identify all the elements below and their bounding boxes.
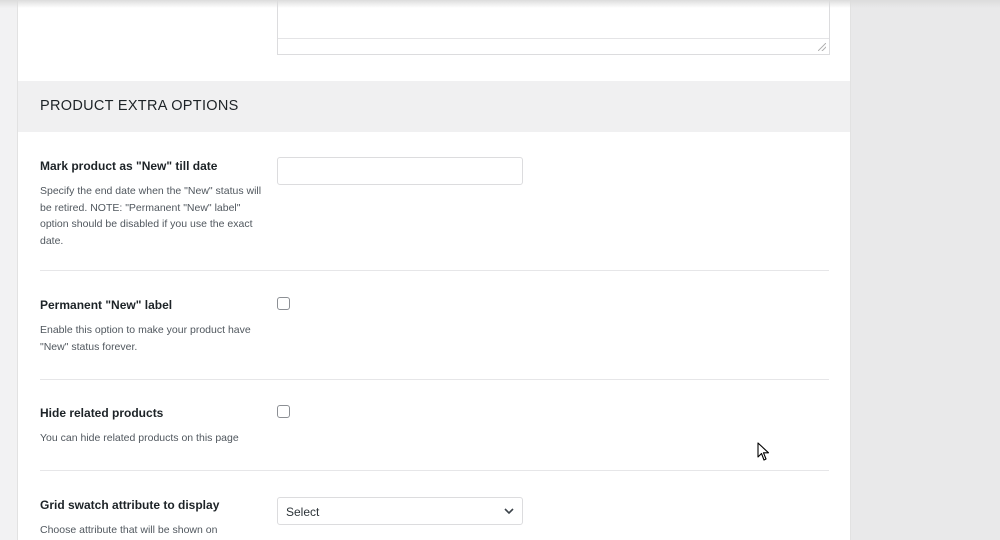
top-shadow <box>0 0 1000 8</box>
permanent-new-label: Permanent "New" label <box>40 298 173 312</box>
grid-swatch-attribute-select[interactable]: Select <box>277 497 523 525</box>
hide-related-products-checkbox[interactable] <box>277 405 290 418</box>
permanent-new-checkbox[interactable] <box>277 297 290 310</box>
textarea-bottom-bar <box>278 38 829 39</box>
hide-related-products-label: Hide related products <box>40 406 164 420</box>
page: PRODUCT EXTRA OPTIONS Mark product as "N… <box>0 0 1000 540</box>
select-value: Select <box>286 505 320 519</box>
resize-grip-icon[interactable] <box>818 43 826 51</box>
new-till-date-input[interactable] <box>277 157 523 185</box>
chevron-down-icon <box>504 508 514 515</box>
hide-related-products-description: You can hide related products on this pa… <box>40 432 239 444</box>
new-till-date-label: Mark product as "New" till date <box>40 159 218 173</box>
textarea-field[interactable] <box>277 0 830 55</box>
grid-swatch-attribute-description: Choose attribute that will be shown on <box>40 524 218 536</box>
grid-swatch-attribute-label: Grid swatch attribute to display <box>40 498 220 512</box>
permanent-new-description: Enable this option to make your product … <box>40 324 251 353</box>
divider <box>40 379 829 380</box>
divider <box>40 470 829 471</box>
section-header: PRODUCT EXTRA OPTIONS <box>18 81 850 132</box>
mouse-cursor-icon <box>757 442 770 461</box>
section-title: PRODUCT EXTRA OPTIONS <box>40 98 239 114</box>
left-gutter <box>0 0 17 540</box>
new-till-date-description: Specify the end date when the "New" stat… <box>40 185 262 247</box>
divider <box>40 270 829 271</box>
options-panel: PRODUCT EXTRA OPTIONS Mark product as "N… <box>17 0 851 540</box>
